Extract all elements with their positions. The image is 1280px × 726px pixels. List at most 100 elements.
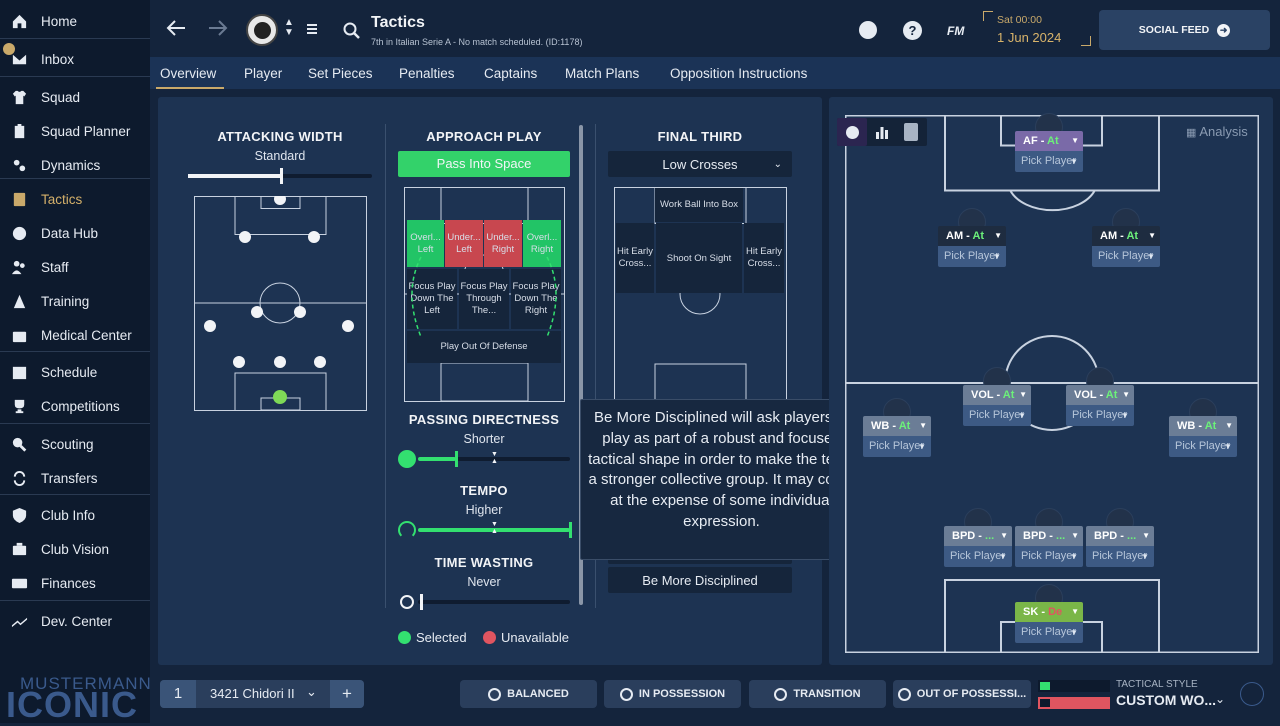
social-feed-label: SOCIAL FEED — [1138, 24, 1210, 36]
role-selector[interactable]: WB - At ▼ — [863, 416, 931, 436]
role-selector[interactable]: AM - At ▼ — [1092, 226, 1160, 246]
hit-early-cross-left-zone[interactable]: Hit Early Cross... — [616, 223, 654, 293]
pick-player-dropdown[interactable]: Pick Player ▼ — [1015, 622, 1083, 643]
analysis-button[interactable]: ▦ Analysis — [1186, 124, 1248, 139]
sidebar-item-dynamics[interactable]: Dynamics — [0, 149, 150, 181]
player-position-card[interactable]: WB - At ▼ Pick Player ▼ — [1169, 416, 1237, 460]
player-position-card[interactable]: AM - At ▼ Pick Player ▼ — [938, 226, 1006, 270]
sidebar-item-schedule[interactable]: Schedule — [0, 356, 150, 388]
sidebar-divider — [0, 600, 150, 601]
sidebar-item-squad[interactable]: Squad — [0, 81, 150, 113]
sidebar-item-inbox[interactable]: Inbox — [0, 43, 150, 75]
team-report-icon[interactable] — [1240, 682, 1264, 706]
pick-player-dropdown[interactable]: Pick Player ▼ — [944, 546, 1012, 567]
phase-button-4[interactable]: OUT OF POSSESSI... — [893, 680, 1031, 708]
be-more-disciplined-button[interactable]: Be More Disciplined — [608, 567, 792, 593]
tab-opposition-instructions[interactable]: Opposition Instructions — [670, 57, 807, 89]
time-wasting-handle[interactable] — [420, 594, 423, 610]
passing-directness-handle[interactable] — [455, 451, 458, 467]
sidebar-item-data-hub[interactable]: Data Hub — [0, 217, 150, 249]
time-wasting-slider[interactable] — [418, 600, 570, 604]
help-icon[interactable]: ? — [903, 21, 922, 40]
role-selector[interactable]: BPD - ... ▼ — [1015, 526, 1083, 546]
sidebar-item-competitions[interactable]: Competitions — [0, 390, 150, 422]
pick-player-dropdown[interactable]: Pick Player ▼ — [1169, 436, 1237, 457]
menu-icon[interactable] — [306, 22, 318, 40]
hit-early-cross-right-zone[interactable]: Hit Early Cross... — [744, 223, 784, 293]
tactical-style-value[interactable]: CUSTOM WO... — [1116, 692, 1216, 708]
sidebar-item-medical-center[interactable]: Medical Center — [0, 319, 150, 351]
role-selector[interactable]: BPD - ... ▼ — [944, 526, 1012, 546]
sidebar-item-staff[interactable]: Staff — [0, 251, 150, 283]
work-ball-into-box-zone[interactable]: Work Ball Into Box — [655, 188, 743, 222]
player-view-icon[interactable] — [837, 118, 867, 146]
pick-player-dropdown[interactable]: Pick Player ▼ — [1092, 246, 1160, 267]
pass-into-space-button[interactable]: Pass Into Space — [398, 151, 570, 177]
player-position-card[interactable]: WB - At ▼ Pick Player ▼ — [863, 416, 931, 460]
phase-button-1[interactable]: BALANCED — [460, 680, 597, 708]
player-position-card[interactable]: BPD - ... ▼ Pick Player ▼ — [1086, 526, 1154, 570]
shoot-on-sight-zone[interactable]: Shoot On Sight — [656, 223, 742, 293]
pick-player-dropdown[interactable]: Pick Player ▼ — [1066, 405, 1134, 426]
role-selector[interactable]: VOL - At ▼ — [963, 385, 1031, 405]
player-position-card[interactable]: BPD - ... ▼ Pick Player ▼ — [1015, 526, 1083, 570]
role-selector[interactable]: WB - At ▼ — [1169, 416, 1237, 436]
tab-penalties[interactable]: Penalties — [399, 57, 455, 89]
final-third-dropdown[interactable]: Low Crosses ⌄ — [608, 151, 792, 177]
pick-player-dropdown[interactable]: Pick Player ▼ — [938, 246, 1006, 267]
tempo-title: TEMPO — [460, 483, 508, 498]
attacking-width-handle[interactable] — [280, 168, 283, 184]
card-icon[interactable] — [904, 123, 918, 141]
role-selector[interactable]: AM - At ▼ — [938, 226, 1006, 246]
caret-down-icon: ▼ — [1224, 442, 1232, 451]
passing-directness-title: PASSING DIRECTNESS — [408, 412, 560, 427]
sidebar-item-label: Club Vision — [41, 541, 110, 557]
tab-captains[interactable]: Captains — [484, 57, 537, 89]
pick-player-dropdown[interactable]: Pick Player ▼ — [863, 436, 931, 457]
tab-player[interactable]: Player — [244, 57, 282, 89]
sidebar-item-scouting[interactable]: Scouting — [0, 428, 150, 460]
tab-set-pieces[interactable]: Set Pieces — [308, 57, 373, 89]
bar-chart-icon[interactable] — [875, 125, 889, 144]
football-icon[interactable] — [859, 21, 877, 39]
back-arrow-icon[interactable] — [166, 20, 186, 41]
pick-player-dropdown[interactable]: Pick Player ▼ — [1086, 546, 1154, 567]
role-selector[interactable]: BPD - ... ▼ — [1086, 526, 1154, 546]
player-position-card[interactable]: AF - At ▼ Pick Player ▼ — [1015, 131, 1083, 175]
sidebar-item-dev-center[interactable]: Dev. Center — [0, 605, 150, 637]
phase-button-2[interactable]: IN POSSESSION — [604, 680, 741, 708]
player-position-card[interactable]: VOL - At ▼ Pick Player ▼ — [963, 385, 1031, 429]
tempo-handle[interactable] — [569, 522, 572, 538]
phase-button-3[interactable]: TRANSITION — [749, 680, 886, 708]
player-position-card[interactable]: VOL - At ▼ Pick Player ▼ — [1066, 385, 1134, 429]
tab-overview[interactable]: Overview — [155, 57, 225, 89]
pick-player-dropdown[interactable]: Pick Player ▼ — [963, 405, 1031, 426]
search-icon[interactable] — [343, 22, 361, 45]
tactic-slot-number[interactable]: 1 — [160, 680, 196, 708]
forward-arrow-icon[interactable] — [208, 20, 228, 41]
role-selector[interactable]: SK - De ▼ — [1015, 602, 1083, 622]
sidebar-item-home[interactable]: Home — [0, 5, 150, 37]
grid-icon: ▦ — [1186, 127, 1197, 139]
sidebar-item-squad-planner[interactable]: Squad Planner — [0, 115, 150, 147]
player-position-card[interactable]: BPD - ... ▼ Pick Player ▼ — [944, 526, 1012, 570]
sidebar-item-club-info[interactable]: Club Info — [0, 499, 150, 531]
sidebar-item-tactics[interactable]: Tactics — [0, 183, 150, 215]
pick-player-dropdown[interactable]: Pick Player ▼ — [1015, 151, 1083, 172]
caret-down-icon: ▼ — [1000, 531, 1008, 540]
sidebar-item-training[interactable]: Training — [0, 285, 150, 317]
club-crest-icon[interactable] — [246, 14, 278, 46]
sidebar-item-transfers[interactable]: Transfers — [0, 462, 150, 494]
role-selector[interactable]: VOL - At ▼ — [1066, 385, 1134, 405]
player-position-card[interactable]: SK - De ▼ Pick Player ▼ — [1015, 602, 1083, 646]
add-tactic-button[interactable]: + — [330, 680, 364, 708]
sidebar-item-club-vision[interactable]: Club Vision — [0, 533, 150, 565]
role-selector[interactable]: AF - At ▼ — [1015, 131, 1083, 151]
tactic-selector[interactable]: 1 3421 Chidori II ⌄ + — [160, 680, 364, 708]
club-switch-chevrons-icon[interactable]: ▲ ▼ — [284, 18, 294, 38]
tab-match-plans[interactable]: Match Plans — [565, 57, 639, 89]
player-position-card[interactable]: AM - At ▼ Pick Player ▼ — [1092, 226, 1160, 270]
social-feed-button[interactable]: SOCIAL FEED ➜ — [1099, 10, 1270, 50]
pick-player-dropdown[interactable]: Pick Player ▼ — [1015, 546, 1083, 567]
sidebar-item-finances[interactable]: Finances — [0, 567, 150, 599]
